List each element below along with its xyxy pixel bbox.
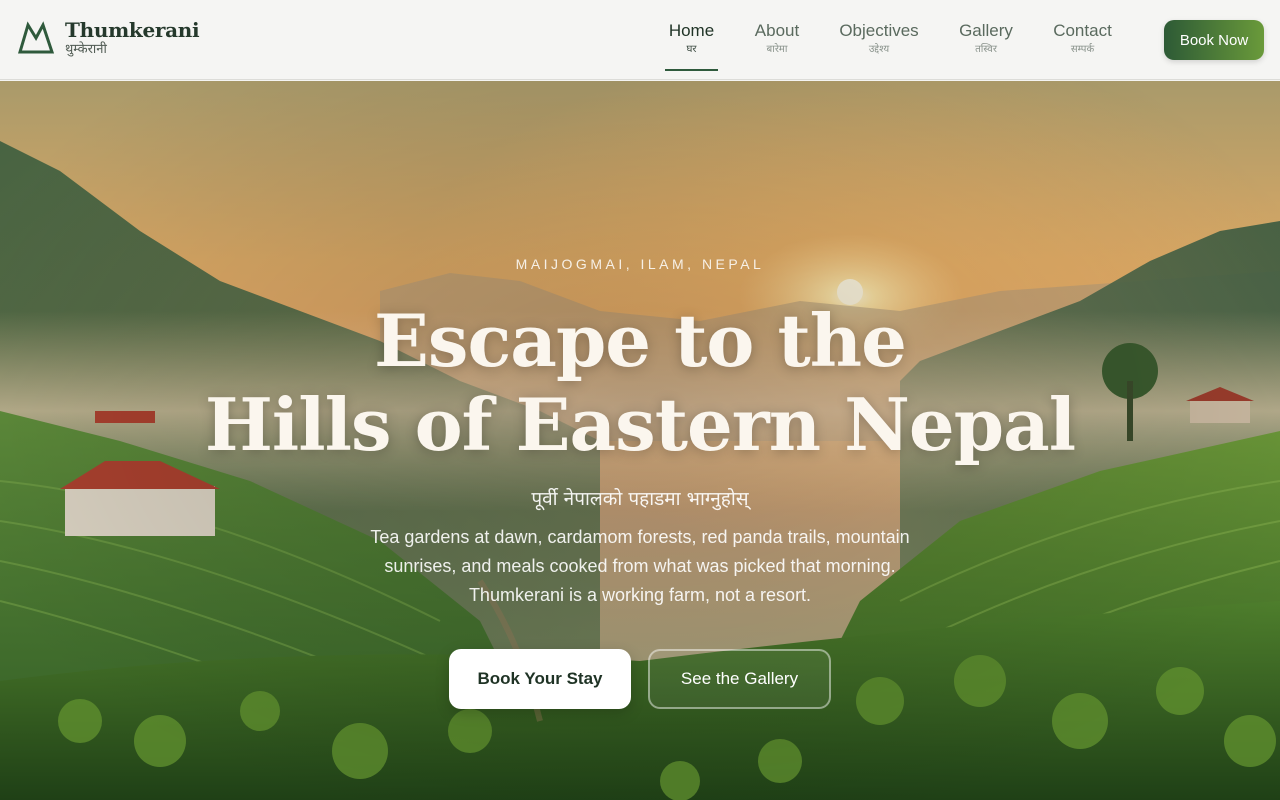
headline-line-2: Hills of Eastern Nepal: [204, 382, 1076, 467]
brand-logo-link[interactable]: Thumkerani थुम्केरानी: [17, 18, 200, 58]
nav-sublabel: घर: [686, 44, 697, 55]
book-now-button[interactable]: Book Now: [1164, 20, 1264, 60]
nav-label: Objectives: [839, 21, 919, 40]
nav-item-contact[interactable]: Contact सम्पर्क: [1051, 20, 1114, 57]
nav-sublabel: उद्देश्य: [868, 44, 890, 55]
nav-item-home[interactable]: Home घर: [665, 20, 718, 57]
nav-sublabel: तस्विर: [975, 44, 997, 55]
hero-headline: Escape to the Hills of Eastern Nepal: [0, 299, 1280, 467]
nav-label: Home: [668, 21, 715, 40]
nav-label: Contact: [1053, 21, 1112, 40]
hero-location: MAIJOGMAI, ILAM, NEPAL: [515, 256, 765, 272]
hero-description: Tea gardens at dawn, cardamom forests, r…: [370, 527, 910, 605]
nav-item-objectives[interactable]: Objectives उद्देश्य: [838, 20, 920, 57]
nav-label: Gallery: [959, 21, 1013, 40]
brand-name: Thumkerani: [65, 18, 200, 42]
brand-text: Thumkerani थुम्केरानी: [65, 18, 200, 58]
nav-label: About: [754, 21, 800, 40]
active-nav-indicator: [665, 69, 718, 71]
brand-subtitle: थुम्केरानी: [65, 42, 107, 57]
nav-sublabel: सम्पर्क: [1070, 44, 1095, 55]
nav-item-gallery[interactable]: Gallery तस्विर: [957, 20, 1015, 57]
see-gallery-button[interactable]: See the Gallery: [648, 649, 831, 709]
site-header: Thumkerani थुम्केरानी Home घर About बारे…: [0, 0, 1280, 80]
book-your-stay-button[interactable]: Book Your Stay: [449, 649, 631, 709]
mountain-icon: [17, 21, 55, 54]
headline-line-1: Escape to the: [374, 298, 907, 383]
hero-subtitle-nepali: पूर्वी नेपालको पहाडमा भाग्नुहोस्: [531, 488, 749, 510]
nav-sublabel: बारेमा: [766, 44, 788, 55]
hero-section: MAIJOGMAI, ILAM, NEPAL Escape to the Hil…: [0, 81, 1280, 800]
nav-item-about[interactable]: About बारेमा: [752, 20, 802, 57]
